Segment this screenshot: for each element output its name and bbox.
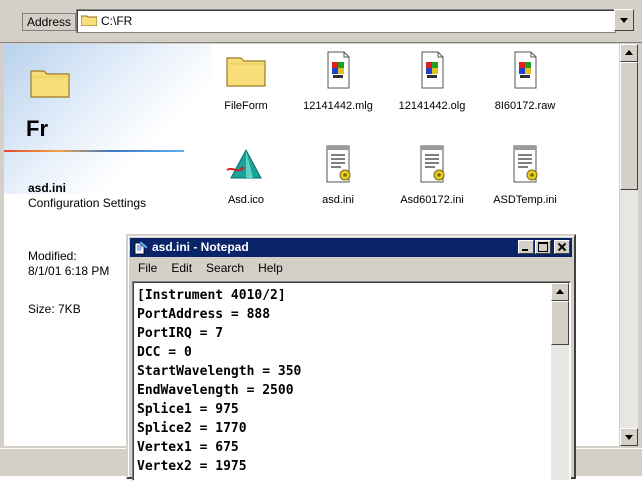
file-item[interactable]: asd.ini — [293, 144, 383, 206]
binary-file-icon — [514, 51, 537, 89]
ini-settings-icon — [513, 145, 538, 183]
text-line: Vertex2 = 1975 — [137, 459, 247, 474]
ini-settings-icon — [420, 145, 445, 183]
notepad-icon — [134, 240, 149, 255]
divider — [4, 150, 184, 152]
notepad-titlebar[interactable]: asd.ini - Notepad — [130, 238, 572, 257]
maximize-button[interactable] — [535, 240, 551, 254]
address-dropdown-button[interactable] — [614, 9, 634, 31]
binary-file-icon — [327, 51, 350, 89]
scroll-up-button[interactable] — [551, 283, 569, 301]
notepad-text: [Instrument 4010/2] PortAddress = 888 Po… — [137, 286, 301, 476]
file-item[interactable]: 12141442.olg — [387, 50, 477, 112]
file-item[interactable]: Asd.ico — [201, 144, 291, 206]
file-name: asd.ini — [322, 194, 354, 206]
address-toolbar: Address C:\FR — [0, 0, 642, 43]
asd-icon — [226, 148, 262, 179]
file-size: Size: 7KB — [28, 302, 81, 316]
selected-file-type: Configuration Settings — [28, 196, 147, 210]
address-label: Address — [22, 13, 77, 31]
notepad-window: asd.ini - Notepad File Edit Search Help [In… — [126, 234, 576, 481]
file-name: 12141442.mlg — [303, 100, 373, 112]
notepad-text-area[interactable]: [Instrument 4010/2] PortAddress = 888 Po… — [132, 281, 571, 481]
text-line: Vertex1 = 675 — [137, 440, 239, 455]
scroll-thumb[interactable] — [620, 62, 638, 190]
file-name: Asd.ico — [227, 194, 265, 206]
notepad-menu-bar: File Edit Search Help — [130, 259, 572, 279]
file-name: 8I60172.raw — [494, 100, 556, 112]
selected-file-name: asd.ini — [28, 181, 67, 195]
file-item[interactable]: 12141442.mlg — [293, 50, 383, 112]
file-item[interactable]: 8I60172.raw — [480, 50, 570, 112]
file-item[interactable]: FileForm — [201, 50, 291, 112]
window-controls — [517, 240, 570, 258]
text-line: Splice1 = 975 — [137, 402, 239, 417]
folder-icon — [81, 15, 97, 26]
file-item[interactable]: ASDTemp.ini — [480, 144, 570, 206]
file-name: ASDTemp.ini — [493, 194, 557, 206]
text-line: PortIRQ = 7 — [137, 326, 224, 341]
menu-search[interactable]: Search — [200, 259, 250, 275]
folder-icon — [226, 57, 266, 87]
modified-value: 8/1/01 6:18 PM — [28, 264, 110, 278]
ini-settings-icon — [326, 145, 351, 183]
text-line: PortAddress = 888 — [137, 307, 271, 322]
file-item[interactable]: Asd60172.ini — [387, 144, 477, 206]
text-line: Splice2 = 1770 — [137, 421, 247, 436]
address-path: C:\FR — [101, 14, 133, 28]
file-name: Asd60172.ini — [400, 194, 464, 206]
minimize-button[interactable] — [518, 240, 534, 254]
menu-help[interactable]: Help — [252, 259, 289, 275]
modified-label: Modified: — [28, 249, 77, 263]
vertical-scrollbar[interactable] — [620, 44, 638, 446]
text-line: DCC = 0 — [137, 345, 192, 360]
notepad-vertical-scrollbar[interactable] — [551, 283, 569, 480]
close-button[interactable] — [554, 240, 570, 254]
text-line: StartWavelength = 350 — [137, 364, 302, 379]
address-field[interactable]: C:\FR — [76, 9, 616, 33]
scroll-thumb[interactable] — [551, 301, 569, 345]
file-name: 12141442.olg — [398, 100, 466, 112]
scroll-up-button[interactable] — [620, 44, 638, 62]
binary-file-icon — [421, 51, 444, 89]
menu-file[interactable]: File — [132, 259, 163, 275]
text-line: [Instrument 4010/2] — [137, 288, 286, 303]
folder-icon — [30, 70, 70, 98]
scroll-down-button[interactable] — [620, 428, 638, 446]
text-line: EndWavelength = 2500 — [137, 383, 294, 398]
notepad-title: asd.ini - Notepad — [152, 240, 249, 254]
file-name: FileForm — [224, 100, 268, 112]
folder-title: Fr — [26, 116, 48, 141]
menu-edit[interactable]: Edit — [165, 259, 198, 275]
explorer-window: Address C:\FR Fr asd.ini Configuration S… — [0, 0, 642, 481]
